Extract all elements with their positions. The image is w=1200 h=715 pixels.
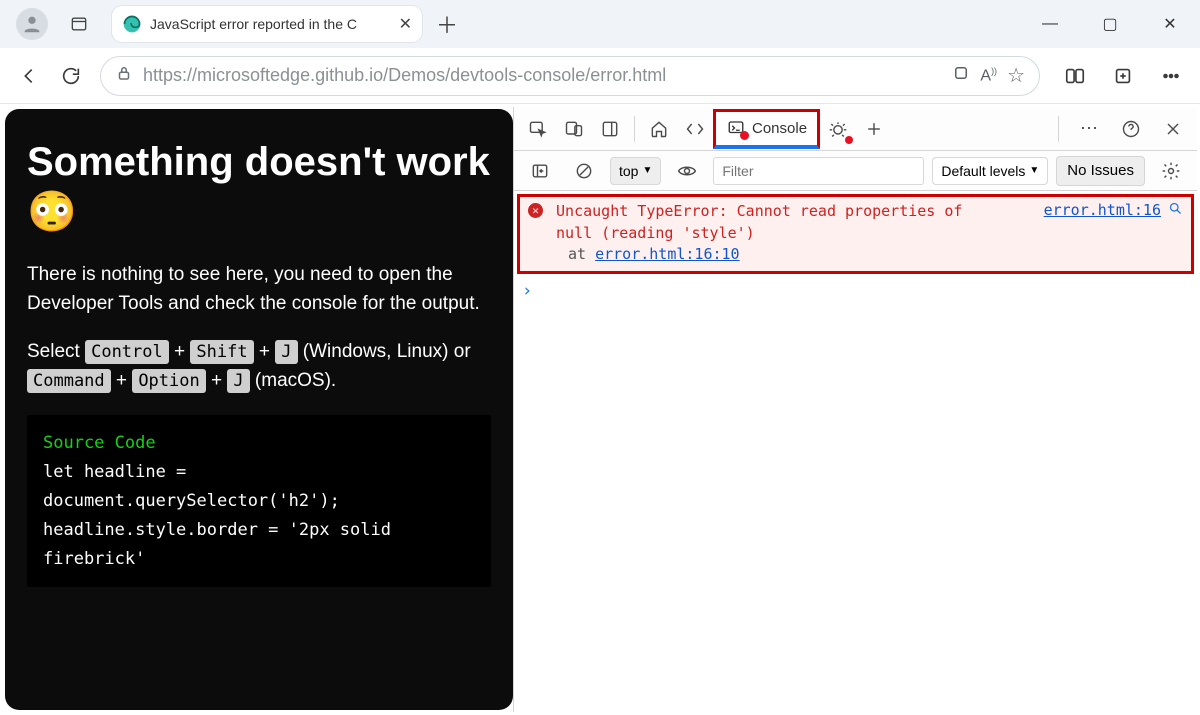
source-code-block: Source Code let headline = document.quer… <box>27 415 491 587</box>
error-stack: at error.html:16:10 <box>568 245 1181 263</box>
browser-toolbar: https://microsoftedge.github.io/Demos/de… <box>0 48 1200 104</box>
page-content: Something doesn't work 😳 There is nothin… <box>5 109 513 710</box>
app-mode-icon[interactable] <box>952 64 970 87</box>
browser-tab[interactable]: JavaScript error reported in the C ✕ <box>112 6 422 42</box>
reload-button[interactable] <box>50 55 92 97</box>
devtools-more-icon[interactable]: ⋯ <box>1071 111 1107 147</box>
console-settings-icon[interactable] <box>1153 153 1189 189</box>
page-heading: Something doesn't work 😳 <box>27 137 491 237</box>
context-selector[interactable]: top▼ <box>610 157 661 185</box>
shortcut-instructions: Select Control + Shift + J (Windows, Lin… <box>27 338 491 395</box>
stack-link[interactable]: error.html:16:10 <box>595 245 740 263</box>
console-error-entry[interactable]: ✕ Uncaught TypeError: Cannot read proper… <box>517 194 1194 274</box>
code-line-1: let headline = document.querySelector('h… <box>43 458 475 516</box>
device-toolbar-icon[interactable] <box>556 111 592 147</box>
tab-overview-button[interactable] <box>62 7 96 41</box>
error-message: Uncaught TypeError: Cannot read properti… <box>556 201 986 245</box>
kbd-option: Option <box>132 369 205 393</box>
devtools-help-icon[interactable] <box>1113 111 1149 147</box>
devtools-close-icon[interactable] <box>1155 111 1191 147</box>
address-bar[interactable]: https://microsoftedge.github.io/Demos/de… <box>100 56 1040 96</box>
kbd-shift: Shift <box>190 340 253 364</box>
collections-icon[interactable] <box>1102 55 1144 97</box>
lock-icon <box>115 64 133 87</box>
elements-tab-icon[interactable] <box>677 111 713 147</box>
devtools-panel: Console ⋯ top▼ Default levels▼ No Issues <box>513 107 1197 712</box>
dock-side-icon[interactable] <box>592 111 628 147</box>
console-tab-label: Console <box>752 120 807 137</box>
profile-avatar[interactable] <box>16 8 48 40</box>
console-prompt[interactable]: › <box>514 277 1197 305</box>
window-maximize-button[interactable]: ▢ <box>1080 0 1140 48</box>
kbd-j2: J <box>227 369 249 393</box>
tab-close-button[interactable]: ✕ <box>399 14 412 34</box>
favorite-icon[interactable]: ☆ <box>1007 63 1025 88</box>
kbd-command: Command <box>27 369 111 393</box>
live-expression-icon[interactable] <box>669 153 705 189</box>
new-tab-button[interactable]: ＋ <box>436 8 458 40</box>
error-source-link[interactable]: error.html:16 <box>1044 201 1161 219</box>
browser-titlebar: JavaScript error reported in the C ✕ ＋ —… <box>0 0 1200 48</box>
edge-favicon <box>122 14 142 34</box>
issues-tab-icon[interactable] <box>820 111 856 147</box>
window-close-button[interactable]: ✕ <box>1140 0 1200 48</box>
read-aloud-icon[interactable]: A)) <box>980 66 997 85</box>
clear-console-icon[interactable] <box>566 153 602 189</box>
welcome-tab-icon[interactable] <box>641 111 677 147</box>
kbd-control: Control <box>85 340 169 364</box>
kbd-j: J <box>275 340 297 364</box>
search-error-icon[interactable] <box>1168 201 1183 220</box>
log-levels-selector[interactable]: Default levels▼ <box>932 157 1048 185</box>
console-sidebar-toggle[interactable] <box>522 153 558 189</box>
console-filter-input[interactable] <box>713 157 924 185</box>
split-screen-icon[interactable] <box>1054 55 1096 97</box>
console-tab[interactable]: Console <box>713 109 820 149</box>
inspect-element-icon[interactable] <box>520 111 556 147</box>
source-code-label: Source Code <box>43 429 475 458</box>
console-tab-icon <box>726 119 746 137</box>
console-output: ✕ Uncaught TypeError: Cannot read proper… <box>514 191 1197 712</box>
tab-title: JavaScript error reported in the C <box>150 16 391 32</box>
code-line-2: headline.style.border = '2px solid fireb… <box>43 516 475 574</box>
console-filter-bar: top▼ Default levels▼ No Issues <box>514 151 1197 191</box>
error-icon: ✕ <box>528 203 543 218</box>
window-minimize-button[interactable]: — <box>1020 0 1080 48</box>
no-issues-badge[interactable]: No Issues <box>1056 156 1145 186</box>
menu-button[interactable] <box>1150 55 1192 97</box>
more-tabs-icon[interactable] <box>856 111 892 147</box>
page-intro: There is nothing to see here, you need t… <box>27 261 491 318</box>
back-button[interactable] <box>8 55 50 97</box>
url-text: https://microsoftedge.github.io/Demos/de… <box>143 65 666 86</box>
devtools-tabstrip: Console ⋯ <box>514 107 1197 151</box>
